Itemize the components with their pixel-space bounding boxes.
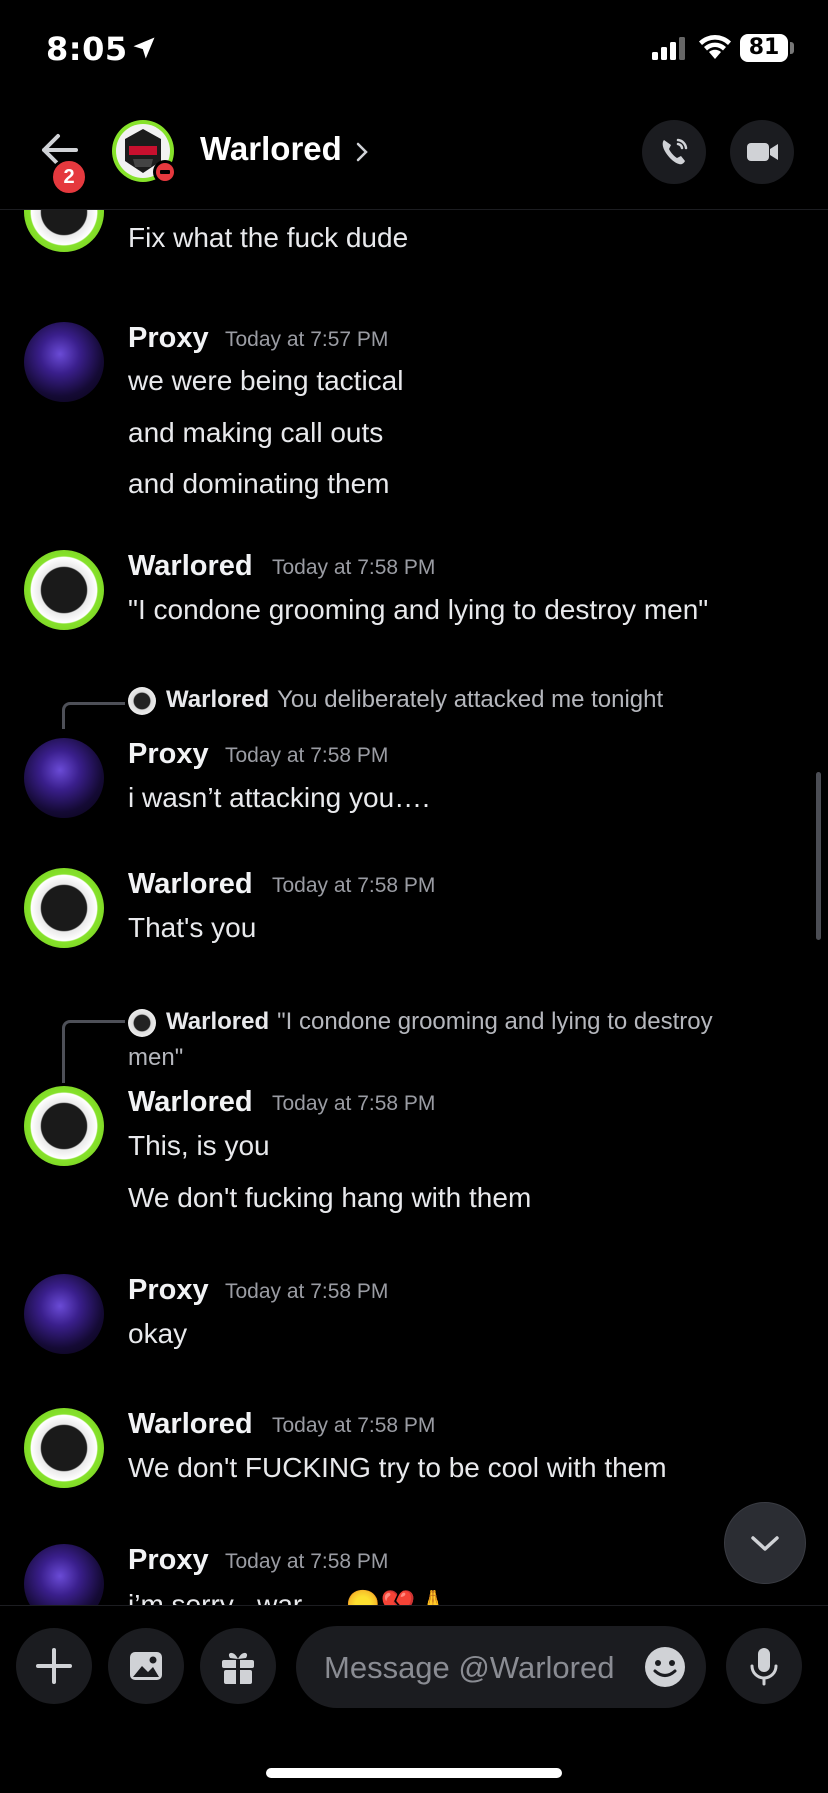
message-timestamp: Today at 7:58 PM — [272, 874, 436, 897]
chevron-down-icon — [751, 1536, 779, 1551]
chevron-right-icon[interactable] — [356, 142, 368, 162]
gift-button[interactable] — [200, 1628, 276, 1704]
avatar[interactable] — [24, 868, 104, 948]
reply-preview[interactable]: Warlored "I condone grooming and lying to… — [128, 1004, 798, 1076]
message-text: and dominating them — [128, 468, 390, 499]
phone-icon — [662, 138, 688, 165]
image-icon — [130, 1652, 162, 1680]
plus-icon — [36, 1648, 72, 1684]
message-author[interactable]: Warlored — [128, 1408, 253, 1441]
battery-tip — [790, 42, 794, 54]
composer-bar — [0, 1605, 828, 1793]
message-text: This, is you — [128, 1130, 270, 1161]
voice-call-button[interactable] — [642, 120, 706, 184]
avatar — [128, 686, 156, 715]
message-author[interactable]: Proxy — [128, 1544, 209, 1577]
video-camera-icon — [747, 143, 778, 161]
jump-to-present-button[interactable] — [724, 1502, 806, 1584]
reply-text: men" — [128, 1044, 184, 1071]
message-timestamp: Today at 7:58 PM — [225, 1550, 389, 1573]
chat-header: 2 Warlored — [0, 100, 828, 210]
avatar[interactable] — [24, 210, 104, 252]
gift-icon — [222, 1652, 254, 1684]
avatar — [128, 1008, 156, 1037]
reply-text: "I condone grooming and lying to destroy — [277, 1008, 713, 1035]
message-author[interactable]: Warlored — [128, 1086, 253, 1119]
microphone-icon — [750, 1648, 778, 1686]
message-text: That's you — [128, 912, 257, 943]
message-timestamp: Today at 7:58 PM — [225, 1280, 389, 1303]
voice-message-button[interactable] — [726, 1628, 802, 1704]
message-timestamp: Today at 7:58 PM — [272, 556, 436, 579]
add-attachment-button[interactable] — [16, 1628, 92, 1704]
message-timestamp: Today at 7:58 PM — [225, 744, 389, 767]
avatar[interactable] — [24, 322, 104, 402]
message-timestamp: Today at 7:58 PM — [272, 1414, 436, 1437]
message-text: i wasn’t attacking you…. — [128, 782, 430, 813]
reply-text: You deliberately attacked me tonight — [277, 686, 664, 713]
message-input[interactable] — [322, 1626, 626, 1710]
battery-indicator: 81 — [740, 34, 788, 62]
page-title[interactable]: Warlored — [200, 130, 342, 168]
video-call-button[interactable] — [730, 120, 794, 184]
reply-author: Warlored — [166, 1008, 270, 1035]
reply-author: Warlored — [166, 686, 270, 713]
message-author[interactable]: Proxy — [128, 1274, 209, 1307]
avatar[interactable] — [24, 550, 104, 630]
message-author[interactable]: Proxy — [128, 738, 209, 771]
status-time: 8:05 — [46, 30, 128, 68]
location-arrow-icon — [133, 37, 155, 59]
message-list[interactable]: Fix what the fuck dude Proxy Today at 7:… — [0, 210, 828, 1605]
message-timestamp: Today at 7:58 PM — [272, 1092, 436, 1115]
message-input-container[interactable] — [296, 1626, 706, 1710]
message-author[interactable]: Warlored — [128, 550, 253, 583]
emoji-icon[interactable] — [644, 1646, 686, 1688]
avatar[interactable] — [24, 1274, 104, 1354]
home-indicator[interactable] — [266, 1768, 562, 1778]
message-author[interactable]: Warlored — [128, 868, 253, 901]
message-text: we were being tactical — [128, 365, 404, 396]
avatar[interactable] — [24, 738, 104, 818]
message-text: okay — [128, 1318, 188, 1349]
message-text: and making call outs — [128, 417, 384, 448]
message-text: i’m sorry , war … 😞💔🙏 — [128, 1589, 451, 1605]
avatar[interactable] — [24, 1408, 104, 1488]
reply-preview[interactable]: Warlored You deliberately attacked me ton… — [128, 686, 663, 715]
message-timestamp: Today at 7:57 PM — [225, 328, 389, 351]
image-picker-button[interactable] — [108, 1628, 184, 1704]
avatar[interactable] — [24, 1086, 104, 1166]
scrollbar[interactable] — [816, 772, 821, 940]
cellular-signal-icon — [652, 37, 685, 60]
message-text: We don't FUCKING try to be cool with the… — [128, 1452, 667, 1483]
reply-connector — [62, 1020, 125, 1083]
dnd-status-icon — [153, 160, 177, 184]
reply-connector — [62, 702, 125, 729]
wifi-icon — [699, 35, 731, 59]
message-text: We don't fucking hang with them — [128, 1182, 532, 1213]
message-author[interactable]: Proxy — [128, 322, 209, 355]
message-text: "I condone grooming and lying to destroy… — [128, 594, 709, 625]
avatar[interactable] — [24, 1544, 104, 1605]
message-text: Fix what the fuck dude — [128, 222, 409, 253]
unread-badge: 2 — [50, 158, 88, 196]
status-bar: 8:05 81 — [0, 0, 828, 100]
